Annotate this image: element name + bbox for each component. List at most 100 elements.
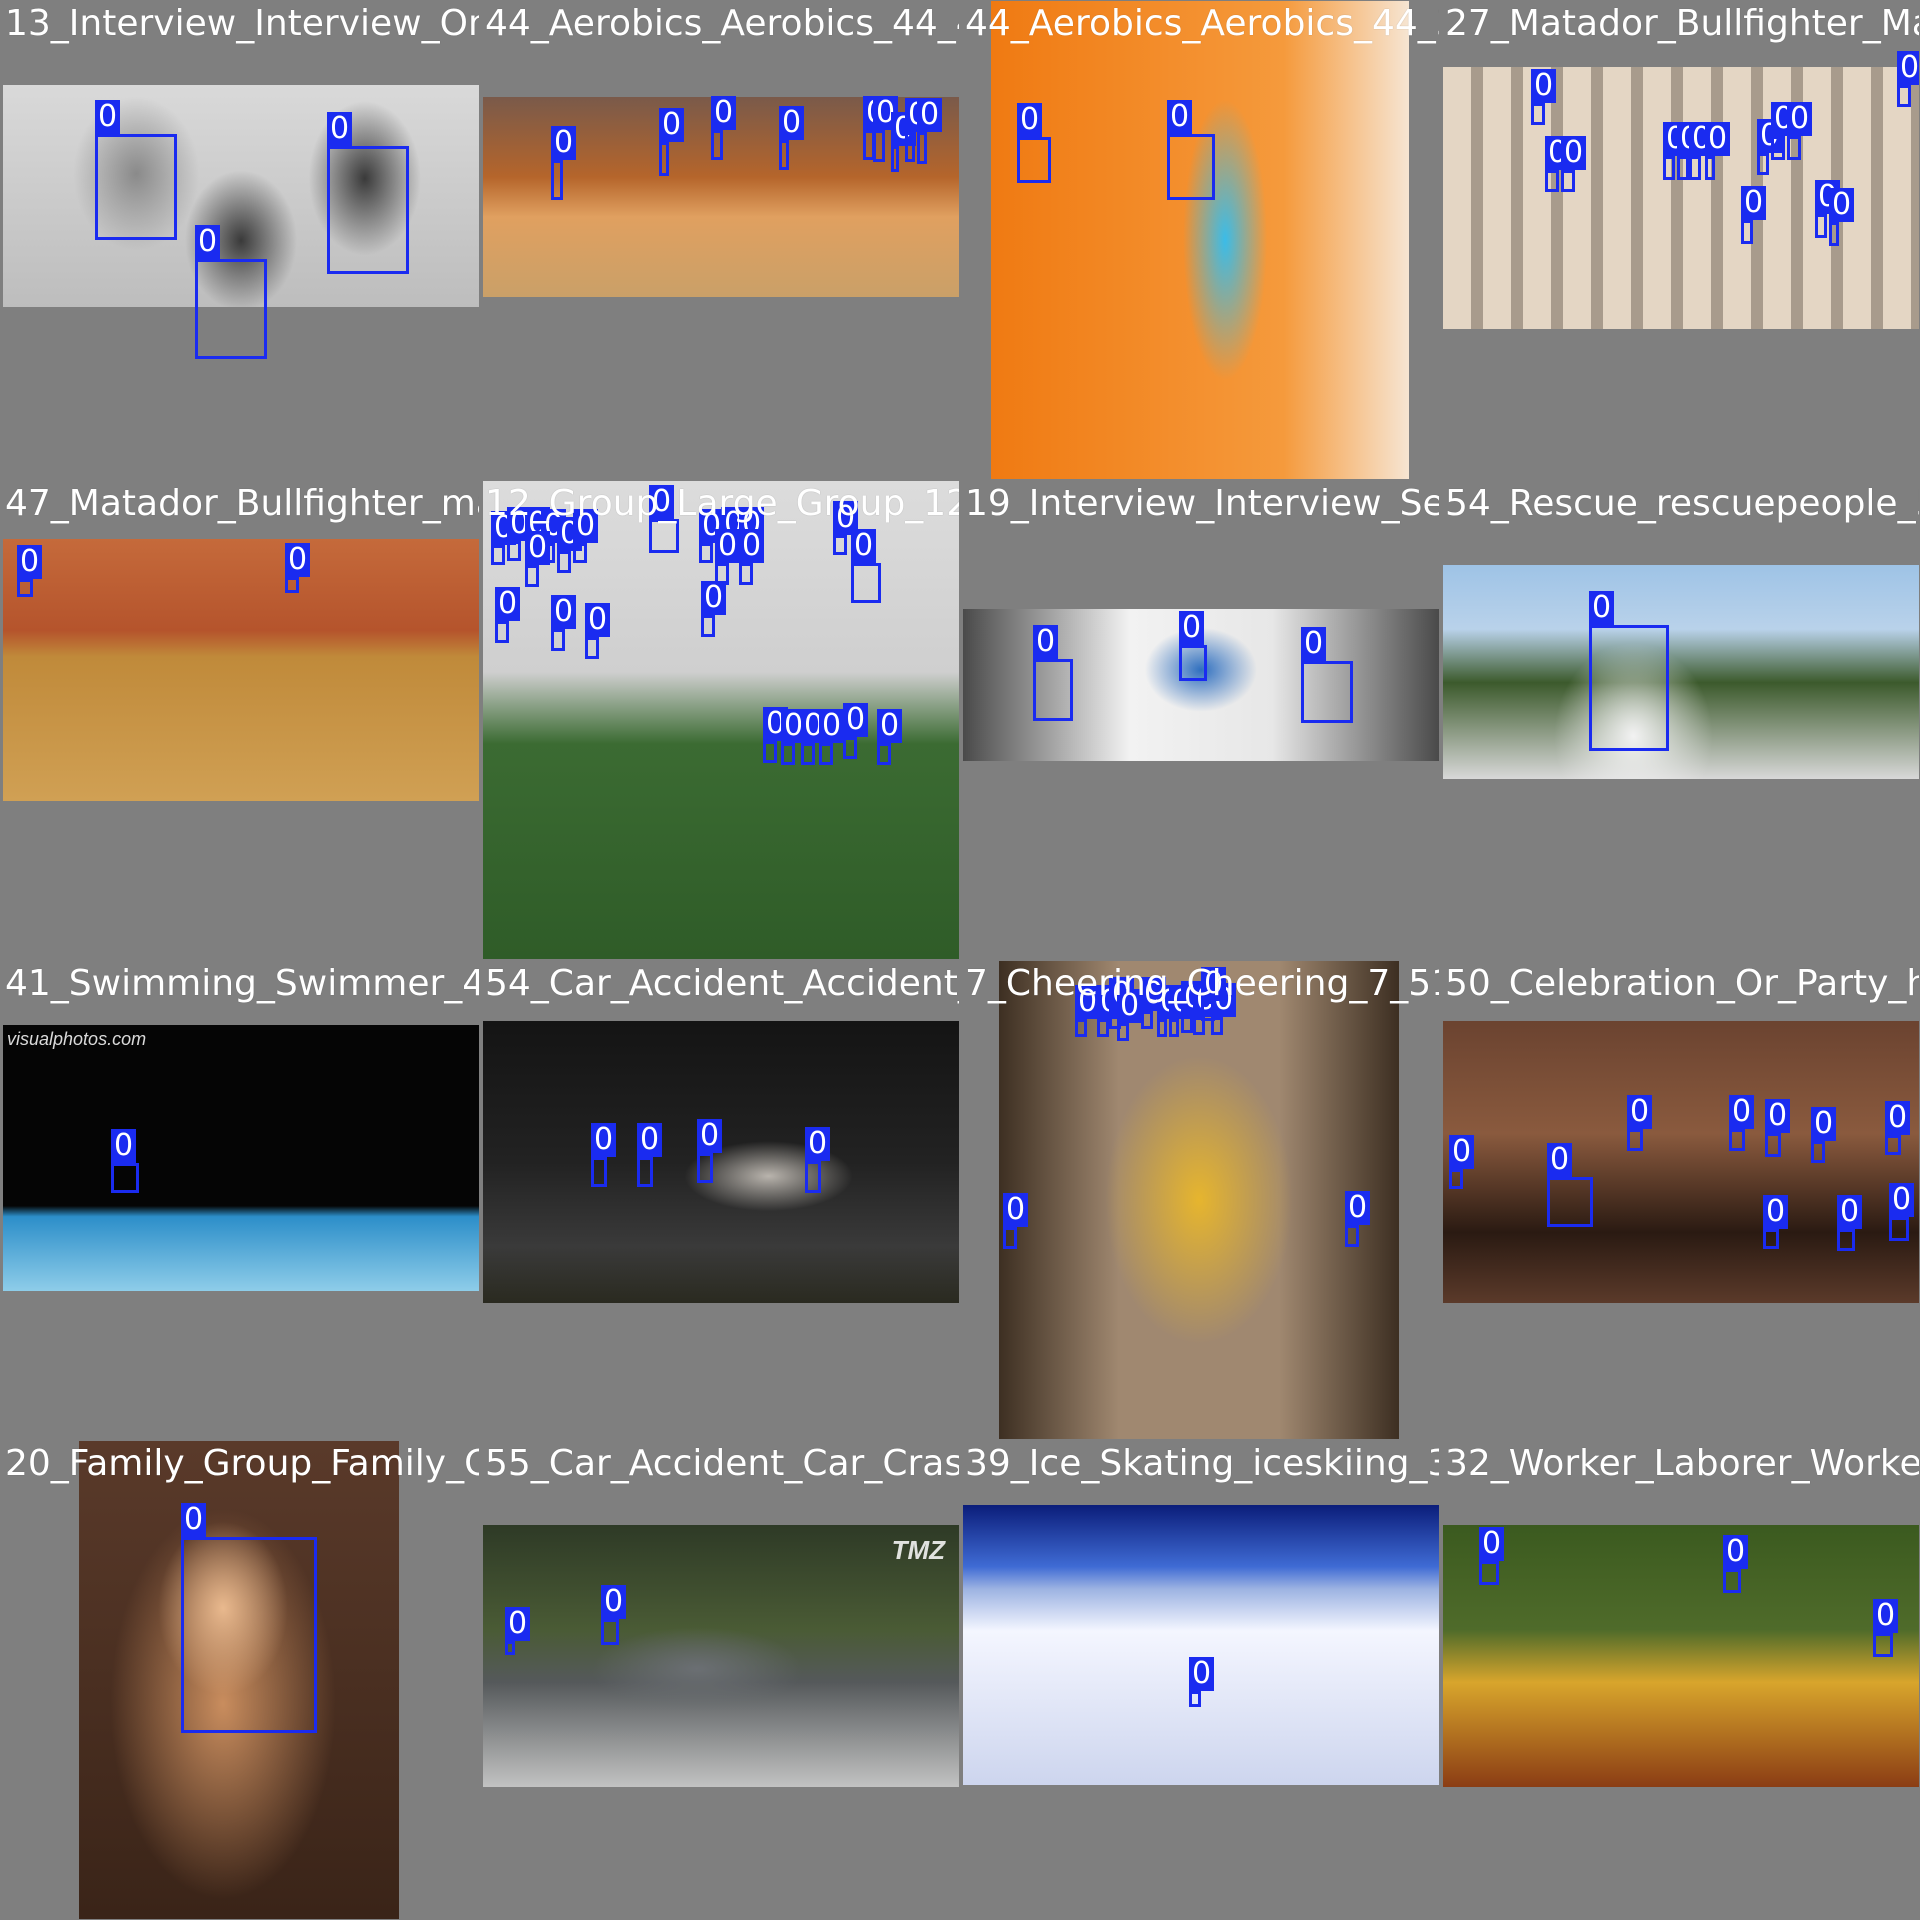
photo-selfie-trees xyxy=(1443,565,1919,779)
detection-label: 0 xyxy=(843,703,869,737)
detection-box xyxy=(843,737,857,759)
detection-box xyxy=(327,146,409,274)
detection-box xyxy=(1169,1019,1179,1037)
detection-label: 0 xyxy=(1017,103,1043,137)
detection-box xyxy=(649,519,679,553)
photo-backdrop xyxy=(1443,1021,1919,1303)
tile-caption: 54_Rescue_rescuepeople_54_218 xyxy=(1445,483,1919,524)
detection-label: 0 xyxy=(505,1607,531,1641)
detection-box xyxy=(591,1157,607,1187)
detection-box xyxy=(1627,1129,1643,1151)
detection-box xyxy=(1017,137,1051,183)
detection-box xyxy=(557,551,571,573)
detection-box xyxy=(1885,1135,1901,1155)
detection-box xyxy=(819,743,833,765)
photo-swimmer-dive: visualphotos.com xyxy=(3,1025,479,1291)
detection-box xyxy=(781,743,795,765)
mosaic-tile: 00000000044_Aerobics_Aerobics_44_464.jpg xyxy=(481,1,959,479)
photo-aerobics-poster xyxy=(991,1,1409,479)
detection-label: 0 xyxy=(805,1127,831,1161)
detection-box xyxy=(601,1619,619,1645)
detection-box xyxy=(699,543,713,563)
detection-label: 0 xyxy=(637,1123,663,1157)
detection-label: 0 xyxy=(1589,591,1615,625)
detection-box xyxy=(195,259,267,359)
detection-box xyxy=(1531,103,1545,125)
detection-box xyxy=(1705,156,1715,180)
mosaic-tile: 0 0 0 13_Interview_Interview_On_Location_13… xyxy=(1,1,479,479)
detection-box xyxy=(1889,1217,1909,1241)
tile-caption: 44_Aerobics_Aerobics_44_464.jpg xyxy=(485,3,959,44)
detection-box xyxy=(1189,1691,1201,1707)
detection-box xyxy=(851,563,881,603)
mosaic-tile: 0000000000000027_Matador_Bullfighter_Mat… xyxy=(1441,1,1919,479)
photo-backdrop xyxy=(3,539,479,801)
detection-box xyxy=(873,130,885,162)
detection-box xyxy=(1545,170,1559,192)
detection-label: 0 xyxy=(601,1585,627,1619)
tile-caption: 27_Matador_Bullfighter_Matador xyxy=(1445,3,1919,44)
detection-box xyxy=(551,160,563,200)
photo-backdrop xyxy=(3,1025,479,1291)
photo-backdrop xyxy=(963,1505,1439,1785)
detection-box xyxy=(95,134,177,240)
detection-box xyxy=(505,1641,515,1655)
detection-box xyxy=(1449,1169,1463,1189)
detection-label: 0 xyxy=(819,709,845,743)
detection-label: 0 xyxy=(181,1503,207,1537)
detection-label: 0 xyxy=(525,531,551,565)
mosaic-tile: 0 0 0 32_Worker_Laborer_Worker xyxy=(1441,1441,1919,1919)
detection-box xyxy=(1811,1141,1825,1163)
detection-box xyxy=(1663,156,1675,180)
detection-box xyxy=(495,621,509,643)
detection-label: 0 xyxy=(1003,1193,1029,1227)
mosaic-tile: 0 39_Ice_Skating_iceskiing_39_639.jpg xyxy=(961,1441,1439,1919)
detection-box xyxy=(1345,1225,1359,1247)
photo-backdrop xyxy=(1443,1525,1919,1787)
detection-box xyxy=(1097,1019,1109,1037)
detection-box xyxy=(779,140,789,170)
detection-label: 0 xyxy=(1033,625,1059,659)
detection-label: 0 xyxy=(1729,1095,1755,1129)
watermark: TMZ xyxy=(891,1535,945,1565)
detection-label: 0 xyxy=(711,96,737,130)
detection-box xyxy=(17,579,33,597)
detection-label: 0 xyxy=(591,1123,617,1157)
detection-label: 0 xyxy=(1829,188,1855,222)
detection-label: 0 xyxy=(1449,1135,1475,1169)
detection-label: 0 xyxy=(659,108,685,142)
photo-bullring xyxy=(3,539,479,801)
photo-party-room xyxy=(1443,1021,1919,1303)
detection-box xyxy=(525,565,539,587)
detection-label: 0 xyxy=(917,98,943,132)
detection-label: 0 xyxy=(195,225,221,259)
detection-box xyxy=(1003,1227,1017,1249)
detection-box xyxy=(1723,1569,1741,1593)
detection-label: 0 xyxy=(551,595,577,629)
detection-box xyxy=(833,535,847,555)
photo-night-crash xyxy=(483,1021,959,1303)
detection-label: 0 xyxy=(715,529,741,563)
mosaic-grid: 0 0 0 13_Interview_Interview_On_Location_13… xyxy=(0,0,1920,1920)
detection-label: 0 xyxy=(95,100,121,134)
mosaic-tile: TMZ 0 0 55_Car_Accident_Car_Crash_55_41.jpg xyxy=(481,1441,959,1919)
detection-label: 0 xyxy=(1837,1195,1863,1229)
mosaic-tile: 0 0 47_Matador_Bullfighter_matadorbullfigh… xyxy=(1,481,479,959)
detection-label: 0 xyxy=(1189,1657,1215,1691)
detection-label: 0 xyxy=(697,1119,723,1153)
detection-box xyxy=(701,615,715,637)
detection-box xyxy=(181,1537,317,1733)
detection-label: 0 xyxy=(1811,1107,1837,1141)
detection-label: 0 xyxy=(851,529,877,563)
detection-box xyxy=(891,146,899,172)
detection-label: 0 xyxy=(111,1129,137,1163)
mosaic-tile: 0 0 0 0 0 0 0 0 0 0 0 0 0 0 0 0 0 0 0 0 0 0 0 0 0 12_Group_Large_… xyxy=(481,481,959,959)
detection-box xyxy=(1167,134,1215,200)
detection-label: 0 xyxy=(739,529,765,563)
detection-label: 0 xyxy=(1547,1143,1573,1177)
tile-caption: 32_Worker_Laborer_Worker xyxy=(1445,1443,1919,1484)
detection-box xyxy=(491,545,505,565)
detection-label: 0 xyxy=(1897,51,1919,85)
photo-backdrop xyxy=(991,1,1409,479)
detection-label: 0 xyxy=(1179,611,1205,645)
